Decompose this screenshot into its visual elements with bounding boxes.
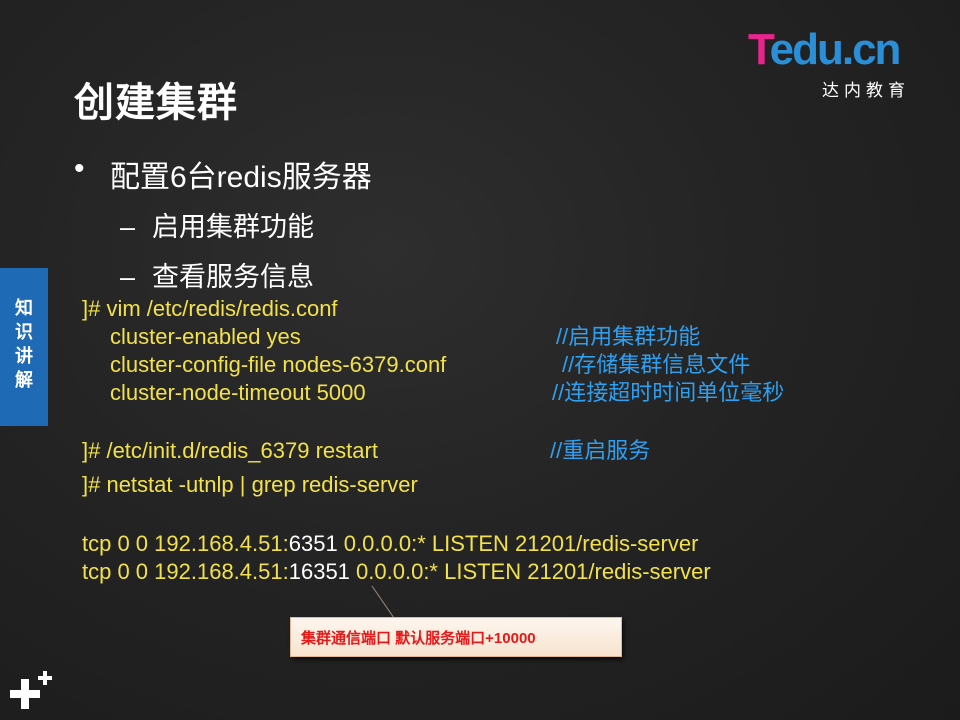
- output-suffix: 0.0.0.0:* LISTEN 21201/redis-server: [349, 559, 711, 584]
- bullet-dot: •: [74, 152, 85, 185]
- output-port: 16351: [288, 559, 350, 584]
- sub-item-text: 启用集群功能: [152, 212, 314, 242]
- callout-box: 集群通信端口 默认服务端口+10000: [290, 617, 622, 657]
- side-tab-knowledge: 知 识 讲 解: [0, 268, 48, 426]
- code-cluster-node-timeout: cluster-node-timeout 5000: [110, 380, 366, 405]
- sub-item-enable-cluster: – 启用集群功能: [120, 205, 314, 244]
- sub-item-text: 查看服务信息: [152, 262, 314, 292]
- comment-cluster-enabled: //启用集群功能: [556, 324, 701, 349]
- comment-restart: //重启服务: [550, 438, 651, 463]
- code-cluster-config-file: cluster-config-file nodes-6379.conf: [110, 352, 447, 377]
- logo-subtitle: 达内教育: [822, 81, 910, 100]
- sub-dash: –: [120, 262, 136, 292]
- side-tab-char: 解: [15, 370, 33, 390]
- logo-rest: edu.cn: [769, 25, 902, 74]
- output-port: 6351: [288, 531, 338, 556]
- plus-logo-icon: [10, 671, 52, 709]
- logo-wordmark: Tedu.cn: [748, 28, 928, 72]
- slide-title: 创建集群: [74, 81, 238, 125]
- logo-t: T: [748, 25, 772, 74]
- tedu-logo: Tedu.cn 达内教育: [748, 28, 928, 101]
- code-restart-command: ]# /etc/init.d/redis_6379 restart: [82, 438, 378, 463]
- sub-dash: –: [120, 212, 136, 242]
- code-cluster-enabled: cluster-enabled yes: [110, 324, 301, 349]
- sub-item-view-service: – 查看服务信息: [120, 255, 314, 294]
- output-prefix: tcp 0 0 192.168.4.51:: [82, 531, 289, 556]
- side-tab-char: 讲: [15, 346, 33, 366]
- code-netstat-command: ]# netstat -utnlp | grep redis-server: [82, 472, 418, 497]
- output-prefix: tcp 0 0 192.168.4.51:: [82, 559, 289, 584]
- output-line-2: tcp 0 0 192.168.4.51:16351 0.0.0.0:* LIS…: [82, 559, 711, 585]
- output-suffix: 0.0.0.0:* LISTEN 21201/redis-server: [337, 531, 699, 556]
- slide: Tedu.cn 达内教育 创建集群 • 配置6台redis服务器 – 启用集群功能…: [0, 0, 960, 720]
- code-vim-command: ]# vim /etc/redis/redis.conf: [82, 296, 338, 321]
- side-tab-char: 知: [15, 298, 33, 318]
- output-line-1: tcp 0 0 192.168.4.51:6351 0.0.0.0:* LIST…: [82, 531, 698, 557]
- comment-cluster-config-file: //存储集群信息文件: [562, 352, 751, 377]
- callout-pointer-line: [371, 585, 395, 619]
- bullet-text: 配置6台redis服务器: [110, 161, 372, 194]
- side-tab-char: 识: [15, 322, 33, 342]
- callout-text: 集群通信端口 默认服务端口+10000: [301, 630, 536, 647]
- comment-cluster-node-timeout: //连接超时时间单位毫秒: [552, 380, 785, 405]
